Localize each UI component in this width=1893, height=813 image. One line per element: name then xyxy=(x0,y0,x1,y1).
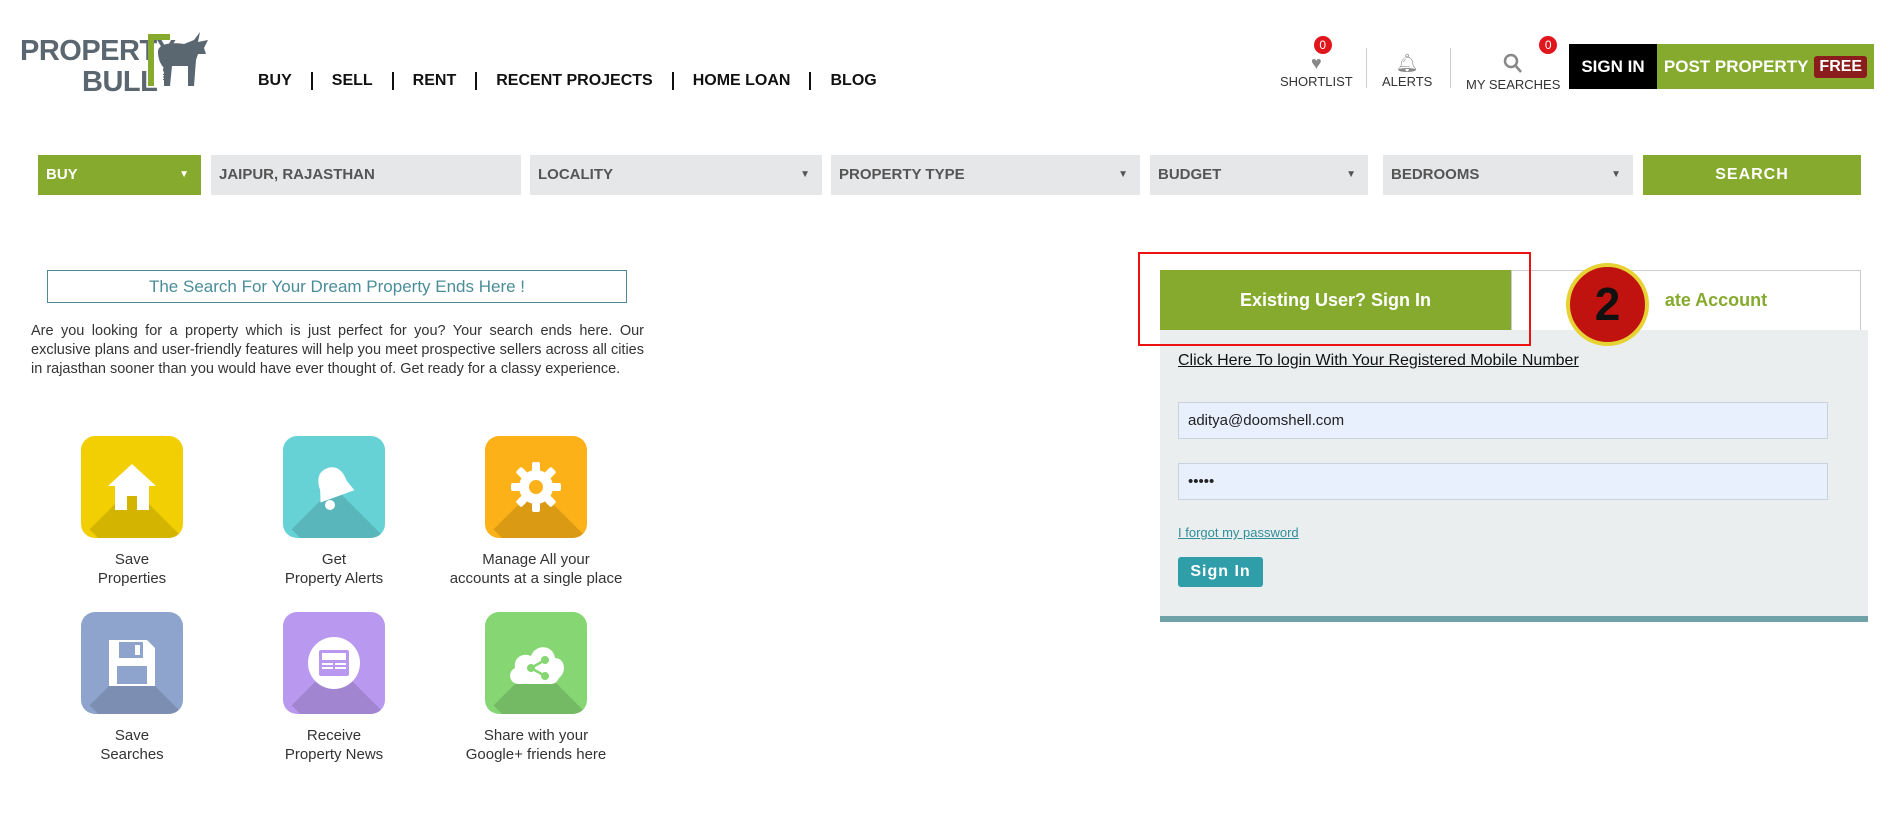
house-icon xyxy=(108,464,156,510)
shortlist-label: SHORTLIST xyxy=(1280,74,1353,89)
mobile-login-link[interactable]: Click Here To login With Your Registered… xyxy=(1178,352,1579,370)
bull-logo-icon xyxy=(148,32,208,86)
search-button[interactable]: SEARCH xyxy=(1643,155,1861,195)
chevron-down-icon: ▼ xyxy=(1611,169,1621,180)
main-nav: BUY SELL RENT RECENT PROJECTS HOME LOAN … xyxy=(258,72,877,90)
budget-select[interactable]: BUDGET ▼ xyxy=(1150,155,1368,195)
feature-line-2: Properties xyxy=(97,570,167,587)
search-icon xyxy=(1503,53,1523,73)
feature-line-1: Save xyxy=(114,551,150,568)
alerts-link[interactable]: 🔔︎ ALERTS xyxy=(1382,52,1432,89)
city-input[interactable]: JAIPUR, RAJASTHAN xyxy=(211,155,521,195)
feature-tile xyxy=(283,612,385,714)
tab-create-account[interactable]: ate Account xyxy=(1511,270,1861,330)
free-tag: FREE xyxy=(1814,55,1868,78)
property-type-value: PROPERTY TYPE xyxy=(839,166,965,183)
nav-divider xyxy=(391,72,394,90)
chevron-down-icon: ▼ xyxy=(1118,169,1128,180)
newspaper-icon xyxy=(308,637,360,689)
nav-divider xyxy=(671,72,674,90)
buy-mode-value: BUY xyxy=(46,166,78,183)
alerts-label: ALERTS xyxy=(1382,74,1433,89)
bell-icon xyxy=(318,467,355,510)
nav-buy[interactable]: BUY xyxy=(258,72,292,90)
floppy-disk-icon xyxy=(109,640,155,686)
feature-line-1: Get xyxy=(321,551,347,568)
feature-tile xyxy=(283,436,385,538)
post-property-label: POST PROPERTY xyxy=(1663,56,1809,76)
my-searches-label: MY SEARCHES xyxy=(1466,77,1561,92)
nav-sell[interactable]: SELL xyxy=(332,72,373,90)
feature-line-1: Share with your xyxy=(483,727,589,744)
forgot-password-link[interactable]: I forgot my password xyxy=(1178,525,1299,540)
bedrooms-select[interactable]: BEDROOMS ▼ xyxy=(1383,155,1633,195)
step-number-marker: 2 xyxy=(1566,263,1649,346)
nav-recent-projects[interactable]: RECENT PROJECTS xyxy=(496,72,652,90)
chevron-down-icon: ▼ xyxy=(179,169,189,180)
tagline-banner: The Search For Your Dream Property Ends … xyxy=(47,270,627,303)
feature-manage-accounts[interactable]: Manage All your accounts at a single plac… xyxy=(436,436,636,588)
budget-value: BUDGET xyxy=(1158,166,1222,183)
post-property-button[interactable]: POST PROPERTY FREE xyxy=(1657,44,1874,89)
city-value: JAIPUR, RAJASTHAN xyxy=(219,166,375,183)
locality-value: LOCALITY xyxy=(538,166,613,183)
nav-divider xyxy=(809,72,812,90)
feature-property-alerts[interactable]: Get Property Alerts xyxy=(234,436,434,588)
shortlist-count-badge: 0 xyxy=(1313,36,1332,54)
feature-tile xyxy=(485,612,587,714)
feature-tile xyxy=(81,612,183,714)
header-sign-in-button[interactable]: SIGN IN xyxy=(1569,44,1657,89)
shortlist-link[interactable]: ♥ 0 SHORTLIST xyxy=(1280,36,1353,89)
feature-property-news[interactable]: Receive Property News xyxy=(234,612,434,764)
nav-home-loan[interactable]: HOME LOAN xyxy=(693,72,791,90)
bell-icon: 🔔︎ xyxy=(1395,53,1419,73)
feature-save-searches[interactable]: Save Searches xyxy=(32,612,232,764)
feature-tile xyxy=(81,436,183,538)
feature-line-1: Save xyxy=(114,727,150,744)
feature-line-2: accounts at a single place xyxy=(449,570,623,587)
header-divider xyxy=(1450,48,1451,88)
feature-line-2: Google+ friends here xyxy=(465,746,607,763)
property-type-select[interactable]: PROPERTY TYPE ▼ xyxy=(831,155,1140,195)
nav-blog[interactable]: BLOG xyxy=(830,72,876,90)
site-logo[interactable]: PROPERTY BULL .COM xyxy=(20,28,210,98)
bedrooms-value: BEDROOMS xyxy=(1391,166,1480,183)
feature-line-1: Receive xyxy=(306,727,362,744)
chevron-down-icon: ▼ xyxy=(1346,169,1356,180)
sign-in-submit-button[interactable]: Sign In xyxy=(1178,557,1263,587)
feature-line-2: Searches xyxy=(100,746,164,763)
header-divider xyxy=(1366,48,1367,88)
nav-divider xyxy=(475,72,478,90)
password-field[interactable] xyxy=(1178,463,1828,500)
my-searches-count-badge: 0 xyxy=(1539,36,1558,54)
highlight-box xyxy=(1138,252,1531,346)
nav-rent[interactable]: RENT xyxy=(413,72,457,90)
chevron-down-icon: ▼ xyxy=(800,169,810,180)
intro-paragraph: Are you looking for a property which is … xyxy=(31,323,644,377)
buy-mode-select[interactable]: BUY ▼ xyxy=(38,155,201,195)
locality-select[interactable]: LOCALITY ▼ xyxy=(530,155,822,195)
gear-icon xyxy=(511,462,561,512)
feature-line-1: Manage All your xyxy=(482,551,590,568)
feature-tile xyxy=(485,436,587,538)
my-searches-link[interactable]: 0 MY SEARCHES xyxy=(1466,36,1561,92)
feature-line-2: Property News xyxy=(284,746,384,763)
nav-divider xyxy=(310,72,313,90)
cloud-share-icon xyxy=(510,647,564,684)
feature-save-properties[interactable]: Save Properties xyxy=(32,436,232,588)
feature-line-2: Property Alerts xyxy=(284,570,384,587)
feature-google-share[interactable]: Share with your Google+ friends here xyxy=(436,612,636,764)
email-field[interactable] xyxy=(1178,402,1828,439)
heart-icon: ♥ xyxy=(1311,53,1322,73)
